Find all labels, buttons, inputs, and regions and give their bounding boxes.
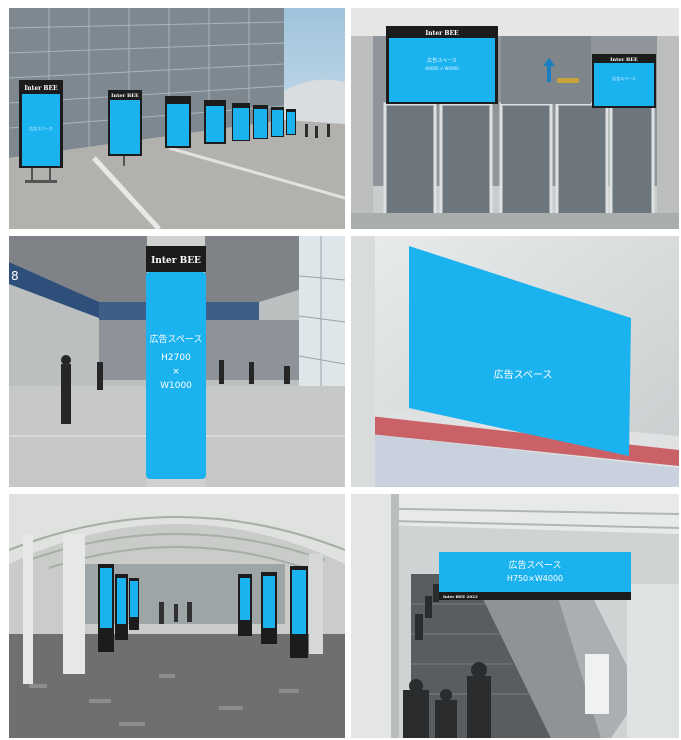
header-ad-line1: 広告スペース: [427, 57, 456, 64]
stand-ad-text: 広告スペース: [29, 125, 53, 131]
photo-outdoor-banner-stands: Inter BEE Inter BEE 広告スペース: [9, 8, 345, 229]
pillar-ad-line3: ×: [172, 367, 180, 377]
header-logo: Inter BEE: [425, 30, 459, 37]
overhead-footer: Inter BEE 2023: [443, 594, 478, 599]
photo-pillar-wrap-hall: 8 Inter BEE 広告スペース H2700 × W1000: [9, 236, 345, 487]
photo-wall-panel: 広告スペース: [351, 236, 679, 487]
header-ad-right-line1: 広告スペース: [612, 75, 636, 81]
pillar-logo: Inter BEE: [151, 256, 201, 266]
stand-logo: Inter BEE: [24, 85, 58, 92]
wall-ad-text: 広告スペース: [494, 368, 553, 381]
overhead-ad-line1: 広告スペース: [509, 559, 562, 571]
photo-walkway-banners: [9, 494, 345, 738]
header-ad-line2: H0000 × W0000: [425, 66, 459, 71]
pillar-ad-line1: 広告スペース: [150, 333, 203, 345]
svg-text:8: 8: [11, 269, 19, 283]
photo-escalator-overhead-banner: 広告スペース H750×W4000 Inter BEE 2023: [351, 494, 679, 738]
photo-entrance-header-boards: Inter BEE 広告スペース H0000 × W0000 Inter BEE…: [351, 8, 679, 229]
pillar-ad-line4: W1000: [160, 381, 192, 391]
header-logo-right: Inter BEE: [610, 57, 638, 63]
stand-logo-2: Inter BEE: [111, 93, 139, 99]
pillar-ad-line2: H2700: [161, 353, 191, 363]
overhead-ad-line2: H750×W4000: [507, 574, 563, 583]
